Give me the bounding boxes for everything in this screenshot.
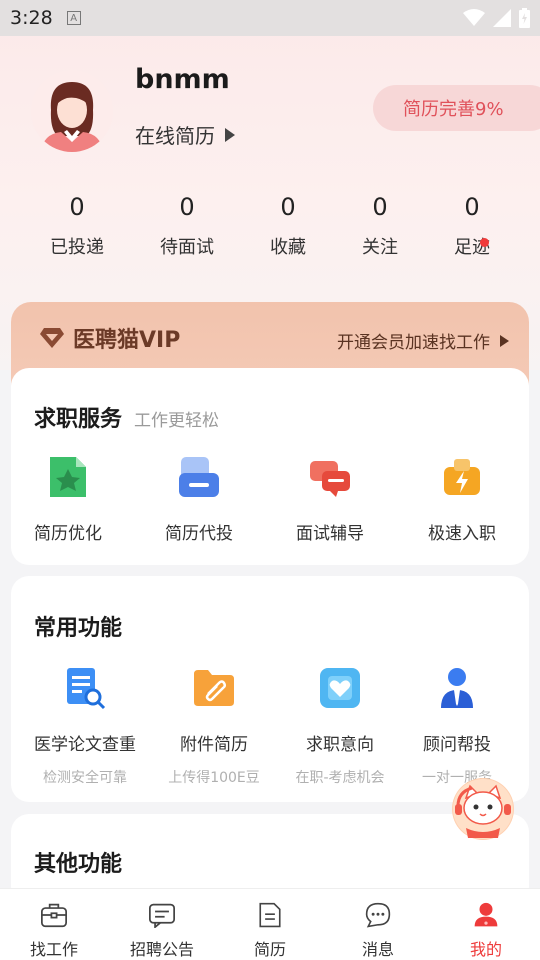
resume-icon xyxy=(259,902,281,928)
play-arrow-icon xyxy=(225,127,235,142)
feature-label: 面试辅导 xyxy=(296,524,364,544)
online-resume-link[interactable]: 在线简历 xyxy=(135,120,235,149)
stat-value: 0 xyxy=(179,193,195,221)
feature-fast-onboard[interactable]: 极速入职 xyxy=(397,455,527,544)
announcement-icon xyxy=(149,903,175,928)
vip-link-label: 开通会员加速找工作 xyxy=(337,333,490,353)
status-bar: 3:28 A xyxy=(0,0,540,36)
nav-messages[interactable]: 消息 xyxy=(324,889,432,960)
stat-label: 已投递 xyxy=(50,237,104,258)
stat-value: 0 xyxy=(69,193,85,221)
stat-delivered[interactable]: 0 已投递 xyxy=(32,193,122,259)
diamond-icon xyxy=(40,328,64,348)
vip-title: 医聘猫VIP xyxy=(73,328,181,353)
feature-label: 简历优化 xyxy=(34,524,102,544)
stat-following[interactable]: 0 关注 xyxy=(335,193,425,259)
feature-description: 上传得100E豆 xyxy=(168,770,260,786)
online-resume-label: 在线简历 xyxy=(135,124,215,148)
stat-label: 足迹 xyxy=(454,237,490,258)
stat-value: 0 xyxy=(280,193,296,221)
attachment-resume-icon xyxy=(192,666,236,710)
paper-check-icon xyxy=(63,666,107,710)
resume-completion-badge[interactable]: 简历完善9% xyxy=(373,85,540,131)
feature-label: 附件简历 xyxy=(180,735,248,755)
bottom-navigation: 找工作 招聘公告 简历 消息 我的 xyxy=(0,888,540,960)
feature-description: 检测安全可靠 xyxy=(43,770,127,786)
job-services-subtitle: 工作更轻松 xyxy=(134,411,220,431)
feature-label: 求职意向 xyxy=(306,735,374,755)
cat-mascot-icon xyxy=(453,779,513,839)
status-time: 3:28 xyxy=(10,7,53,29)
stat-label: 待面试 xyxy=(160,237,214,258)
stat-label: 关注 xyxy=(362,237,398,258)
wifi-icon xyxy=(463,9,485,26)
nav-mine[interactable]: 我的 xyxy=(432,889,540,960)
battery-icon xyxy=(519,8,530,28)
interview-coaching-icon xyxy=(308,455,352,499)
nav-label: 找工作 xyxy=(29,940,78,959)
feature-attachment-resume[interactable]: 附件简历 上传得100E豆 xyxy=(149,666,279,787)
common-functions-title: 常用功能 xyxy=(34,616,123,641)
vip-open-link[interactable]: 开通会员加速找工作 xyxy=(337,328,509,353)
feature-paper-check[interactable]: 医学论文查重 检测安全可靠 xyxy=(20,666,150,787)
fast-onboard-icon xyxy=(440,455,484,499)
nav-label: 简历 xyxy=(253,940,286,959)
feature-resume-optimize[interactable]: 简历优化 xyxy=(3,455,133,544)
feature-job-intention[interactable]: 求职意向 在职-考虑机会 xyxy=(275,666,405,787)
stat-favorites[interactable]: 0 收藏 xyxy=(243,193,333,259)
stat-value: 0 xyxy=(372,193,388,221)
job-services-title: 求职服务 工作更轻松 xyxy=(34,401,219,433)
stat-pending-interview[interactable]: 0 待面试 xyxy=(142,193,232,259)
stat-footprints[interactable]: 0 足迹 xyxy=(427,193,517,259)
stat-value: 0 xyxy=(464,193,480,221)
play-arrow-icon xyxy=(500,334,509,347)
feature-advisor[interactable]: 顾问帮投 一对一服务 xyxy=(392,666,522,787)
message-icon xyxy=(365,902,391,928)
advisor-icon xyxy=(435,666,479,710)
feature-label: 极速入职 xyxy=(428,524,496,544)
card-title-text: 求职服务 xyxy=(34,407,123,432)
profile-icon xyxy=(474,902,498,927)
feature-label: 医学论文查重 xyxy=(34,735,136,755)
common-functions-card: 常用功能 医学论文查重 检测安全可靠 附件简历 上传得100E豆 求职意向 在职… xyxy=(11,576,529,802)
nav-label: 消息 xyxy=(361,940,394,959)
feature-label: 简历代投 xyxy=(165,524,233,544)
nav-find-job[interactable]: 找工作 xyxy=(0,889,108,960)
resume-optimize-icon xyxy=(46,455,90,499)
nav-resume[interactable]: 简历 xyxy=(216,889,324,960)
feature-interview-coaching[interactable]: 面试辅导 xyxy=(265,455,395,544)
nav-label: 招聘公告 xyxy=(129,940,194,959)
nav-announcements[interactable]: 招聘公告 xyxy=(108,889,216,960)
avatar[interactable] xyxy=(31,70,113,152)
avatar-woman-icon xyxy=(41,82,103,152)
notification-a-icon: A xyxy=(66,11,81,25)
username: bnmm xyxy=(135,64,230,95)
customer-service-mascot[interactable] xyxy=(452,778,514,840)
job-intention-icon xyxy=(318,666,362,710)
signal-icon xyxy=(493,9,511,27)
stat-label: 收藏 xyxy=(270,237,306,258)
briefcase-icon xyxy=(41,903,67,928)
feature-label: 顾问帮投 xyxy=(423,735,491,755)
resume-delivery-icon xyxy=(177,455,221,499)
feature-resume-delivery[interactable]: 简历代投 xyxy=(134,455,264,544)
new-badge-dot xyxy=(480,238,489,247)
other-functions-title: 其他功能 xyxy=(34,852,123,877)
resume-completion-label: 简历完善9% xyxy=(403,99,504,120)
job-services-card: 求职服务 工作更轻松 简历优化 简历代投 面试辅导 极速入职 xyxy=(11,368,529,565)
feature-description: 在职-考虑机会 xyxy=(295,770,385,786)
nav-label: 我的 xyxy=(469,940,502,959)
